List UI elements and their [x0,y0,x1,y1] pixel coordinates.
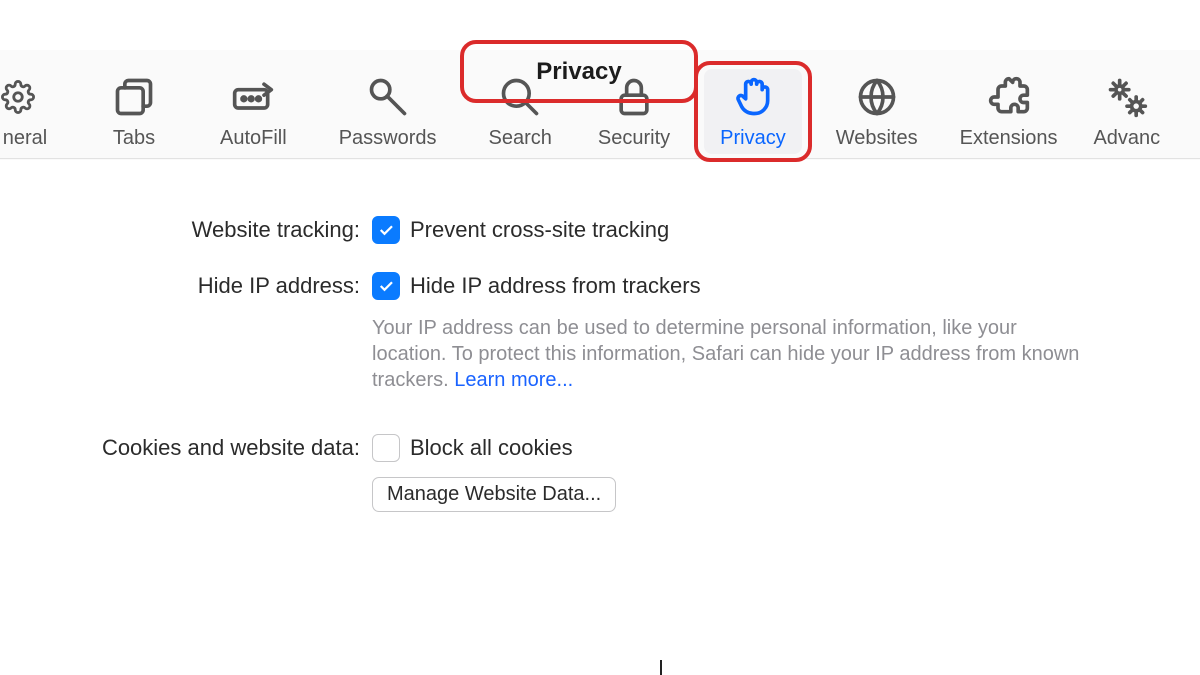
tab-privacy[interactable]: Privacy [704,69,802,154]
tabs-icon [110,73,158,121]
checkbox-label: Prevent cross-site tracking [410,215,669,245]
tab-label: Search [489,127,552,150]
checkbox-label: Hide IP address from trackers [410,271,701,301]
tab-label: Tabs [113,127,155,150]
privacy-pane: Website tracking: Prevent cross-site tra… [0,159,1200,512]
tab-label: Security [598,127,670,150]
hand-icon [729,73,777,121]
puzzle-icon [985,73,1033,121]
tab-label: Extensions [960,127,1058,150]
tab-tabs[interactable]: Tabs [96,55,172,158]
tab-label: Passwords [339,127,437,150]
tab-extensions[interactable]: Extensions [946,55,1072,158]
window-title-highlight: Privacy [460,40,698,103]
tab-label: Websites [836,127,918,150]
tab-general[interactable]: neral [0,55,64,158]
row-cookies: Cookies and website data: Block all cook… [0,433,1200,512]
checkbox-prevent-cross-site-tracking[interactable]: Prevent cross-site tracking [372,215,1176,245]
text-cursor [660,660,662,675]
tab-autofill[interactable]: AutoFill [206,55,301,158]
checkbox-label: Block all cookies [410,433,573,463]
checkbox-block-all-cookies[interactable]: Block all cookies [372,433,1176,463]
globe-icon [853,73,901,121]
tab-label: Advanc [1093,127,1160,150]
checkbox-icon [372,216,400,244]
checkbox-icon [372,434,400,462]
row-label: Cookies and website data: [0,433,372,463]
tab-label: neral [3,127,47,150]
gears-icon [1103,73,1151,121]
hide-ip-description: Your IP address can be used to determine… [372,315,1092,393]
tab-label: AutoFill [220,127,287,150]
manage-website-data-button[interactable]: Manage Website Data... [372,477,616,512]
learn-more-link[interactable]: Learn more... [454,369,573,391]
key-icon [364,73,412,121]
row-hide-ip-address: Hide IP address: Hide IP address from tr… [0,271,1200,393]
tab-advanced[interactable]: Advanc [1079,55,1160,158]
tab-privacy-highlight: Privacy [694,61,812,162]
row-label: Hide IP address: [0,271,372,301]
autofill-icon [229,73,277,121]
tab-label: Privacy [720,127,786,150]
preferences-window: Privacy neral Tabs AutoFill [0,0,1200,675]
row-website-tracking: Website tracking: Prevent cross-site tra… [0,215,1200,245]
tab-passwords[interactable]: Passwords [325,55,451,158]
checkbox-hide-ip-from-trackers[interactable]: Hide IP address from trackers [372,271,1176,301]
window-title: Privacy [536,58,621,86]
tab-websites[interactable]: Websites [822,55,932,158]
gear-icon [1,73,35,121]
checkbox-icon [372,272,400,300]
row-label: Website tracking: [0,215,372,245]
